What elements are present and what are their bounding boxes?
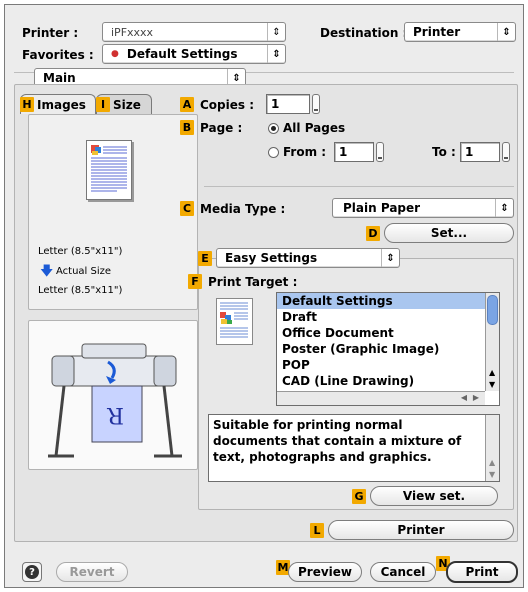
favorite-dot-icon: ● xyxy=(111,49,119,59)
paper-size-2: Letter (8.5"x11") xyxy=(38,285,123,296)
scroll-down-arrow-icon[interactable]: ▼ xyxy=(489,470,495,479)
media-type-popup[interactable]: Plain Paper ⇕ xyxy=(332,198,514,218)
revert-button[interactable]: Revert xyxy=(56,562,128,582)
separator xyxy=(204,186,514,187)
badge-g: G xyxy=(352,489,366,504)
from-input[interactable]: 1 xyxy=(334,142,374,162)
list-item[interactable]: POP xyxy=(277,357,499,373)
favorites-label: Favorites : xyxy=(22,48,94,62)
printer-value: iPFxxxx xyxy=(111,25,154,39)
scroll-left-arrow-icon[interactable]: ◀ xyxy=(461,393,467,402)
description-box: Suitable for printing normal documents t… xyxy=(208,414,500,482)
list-item[interactable]: Draft xyxy=(277,309,499,325)
to-input[interactable]: 1 xyxy=(460,142,500,162)
to-stepper[interactable] xyxy=(502,142,510,162)
popup-arrows-icon: ⇕ xyxy=(497,23,515,41)
popup-arrows-icon: ⇕ xyxy=(381,249,399,267)
printer-label: Printer : xyxy=(22,26,79,40)
badge-f: F xyxy=(188,274,202,289)
tab-images[interactable]: H Images xyxy=(20,94,96,114)
scroll-up-arrow-icon[interactable]: ▲ xyxy=(489,458,495,467)
down-arrow-icon: 🡇 xyxy=(40,264,54,279)
badge-a: A xyxy=(180,97,194,112)
print-button[interactable]: Print xyxy=(446,561,518,583)
destination-popup[interactable]: Printer ⇕ xyxy=(404,22,516,42)
badge-h: H xyxy=(20,97,34,112)
printer-button[interactable]: Printer xyxy=(328,520,514,540)
media-type-value: Plain Paper xyxy=(343,201,421,215)
view-set-button[interactable]: View set. xyxy=(370,486,498,506)
destination-label: Destination : xyxy=(320,26,408,40)
print-target-thumbnail-icon xyxy=(216,298,253,345)
list-item[interactable]: Default Settings xyxy=(277,293,499,309)
copies-input[interactable]: 1 xyxy=(266,94,310,114)
panel-value: Main xyxy=(43,71,76,85)
all-pages-label: All Pages xyxy=(283,121,346,135)
copies-stepper[interactable] xyxy=(312,94,320,114)
preview-button[interactable]: Preview xyxy=(288,562,362,582)
tab-size-label: Size xyxy=(113,97,141,112)
from-radio[interactable] xyxy=(268,147,279,158)
all-pages-radio[interactable] xyxy=(268,123,279,134)
list-item[interactable]: Poster (Graphic Image) xyxy=(277,341,499,357)
popup-arrows-icon: ⇕ xyxy=(267,23,285,41)
page-label: Page : xyxy=(200,121,243,135)
badge-d: D xyxy=(366,226,380,241)
document-thumbnail-icon xyxy=(91,145,127,192)
settings-mode-value: Easy Settings xyxy=(225,251,318,265)
destination-value: Printer xyxy=(413,25,461,39)
scroll-down-arrow-icon[interactable]: ▼ xyxy=(489,380,495,389)
print-target-description: Suitable for printing normal documents t… xyxy=(213,418,462,464)
scroll-thumb[interactable] xyxy=(487,295,498,325)
scroll-right-arrow-icon[interactable]: ▶ xyxy=(473,393,479,402)
list-horizontal-scrollbar[interactable]: ◀ ▶ xyxy=(277,391,485,405)
from-stepper[interactable] xyxy=(376,142,384,162)
print-target-label: Print Target : xyxy=(208,275,298,289)
badge-e: E xyxy=(198,251,212,266)
page-preview xyxy=(86,140,132,200)
favorites-value: Default Settings xyxy=(126,47,238,61)
paper-size-1: Letter (8.5"x11") xyxy=(38,246,123,257)
from-label: From : xyxy=(283,145,327,159)
media-type-label: Media Type : xyxy=(200,202,286,216)
cancel-button[interactable]: Cancel xyxy=(370,562,436,582)
settings-mode-popup[interactable]: Easy Settings ⇕ xyxy=(216,248,400,268)
badge-l: L xyxy=(310,523,324,538)
printer-popup[interactable]: iPFxxxx ⇕ xyxy=(102,22,286,42)
badge-i: I xyxy=(96,97,110,112)
scale-label: Actual Size xyxy=(56,266,112,277)
svg-text:R: R xyxy=(106,402,124,427)
list-vertical-scrollbar[interactable]: ▲ ▼ xyxy=(485,293,499,391)
badge-c: C xyxy=(180,201,194,216)
to-label: To : xyxy=(432,145,456,159)
scroll-up-arrow-icon[interactable]: ▲ xyxy=(489,368,495,377)
popup-arrows-icon: ⇕ xyxy=(495,199,513,217)
tab-images-label: Images xyxy=(37,97,86,112)
description-scrollbar[interactable]: ▲ ▼ xyxy=(485,415,499,481)
help-icon: ? xyxy=(25,565,39,579)
copies-label: Copies : xyxy=(200,98,255,112)
popup-arrows-icon: ⇕ xyxy=(267,45,285,63)
list-item[interactable]: CAD (Line Drawing) xyxy=(277,373,499,389)
tab-size[interactable]: I Size xyxy=(96,94,152,114)
print-target-list[interactable]: Default Settings Draft Office Document P… xyxy=(276,292,500,406)
badge-b: B xyxy=(180,120,194,135)
list-item[interactable]: Office Document xyxy=(277,325,499,341)
large-format-printer-icon: R xyxy=(48,343,182,458)
help-button[interactable]: ? xyxy=(22,562,42,582)
set-button[interactable]: Set... xyxy=(384,223,514,243)
favorites-popup[interactable]: ● Default Settings ⇕ xyxy=(102,44,286,64)
